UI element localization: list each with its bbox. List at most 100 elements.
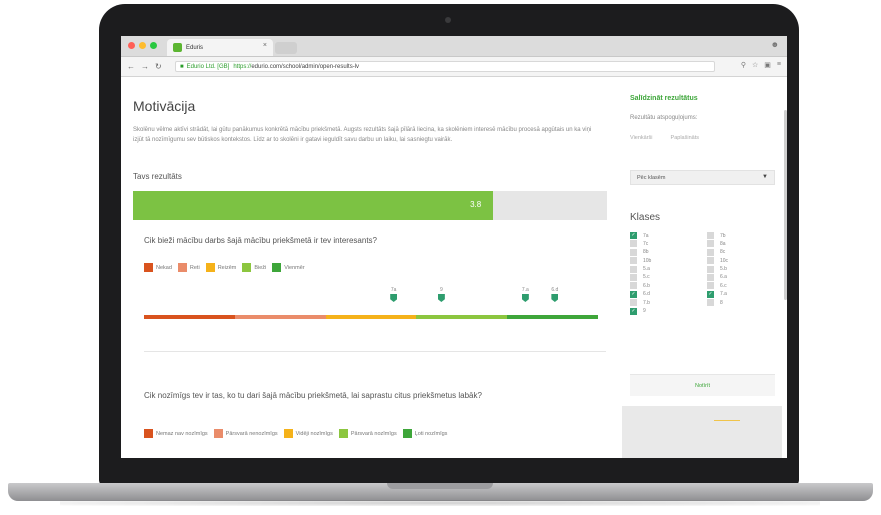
class-label: 5.b: [720, 266, 727, 273]
legend-swatch: [177, 263, 187, 272]
class-marker-label: 7.a: [521, 287, 529, 293]
section-divider: [144, 351, 606, 352]
class-checkbox-row[interactable]: 10c: [707, 257, 729, 265]
checkbox-empty-icon[interactable]: [707, 265, 714, 273]
legend-label: Reizēm: [217, 264, 237, 271]
class-checkbox-row[interactable]: 5.c: [630, 273, 651, 281]
class-label: 6.c: [720, 282, 727, 289]
minimize-window-icon[interactable]: [139, 42, 146, 49]
legend-q1-item: Nekad: [144, 263, 172, 272]
legend-label: Bieži: [254, 264, 267, 271]
class-checkbox-row[interactable]: ✓ 9: [630, 307, 651, 315]
legend-label: Vidēji nozīmīgs: [295, 430, 333, 437]
your-result-label: Tavs rezultāts: [133, 172, 182, 181]
class-marker-label: 6.d: [551, 287, 559, 293]
checkbox-empty-icon[interactable]: [707, 299, 714, 307]
checkbox-empty-icon[interactable]: [707, 248, 714, 256]
class-checkbox-row[interactable]: 8a: [707, 240, 728, 248]
class-marker[interactable]: 7.a: [515, 287, 535, 302]
class-checkbox-row[interactable]: 8: [707, 299, 728, 307]
checkbox-empty-icon[interactable]: [630, 299, 637, 307]
checkbox-checked-icon[interactable]: ✓: [707, 290, 714, 298]
url-scheme: https://: [233, 63, 252, 70]
class-checkbox-row[interactable]: 10b: [630, 257, 651, 265]
class-checkbox-row[interactable]: 8b: [630, 248, 651, 256]
checkbox-checked-icon[interactable]: ✓: [630, 307, 637, 315]
checkbox-empty-icon[interactable]: [630, 257, 637, 265]
legend-swatch: [272, 263, 282, 272]
tab-simple[interactable]: Vienkārši: [630, 135, 653, 141]
class-marker[interactable]: 9: [431, 287, 451, 302]
class-label: 10c: [720, 257, 729, 264]
group-by-select[interactable]: Pēc klasēm ▼: [630, 170, 775, 185]
checkbox-empty-icon[interactable]: [630, 265, 637, 273]
class-label: 8: [720, 299, 723, 306]
tab-extended[interactable]: Paplašināts: [671, 135, 699, 141]
class-label: 8c: [720, 249, 726, 256]
browser-tab[interactable]: Eduris ×: [167, 39, 273, 56]
class-checkbox-row[interactable]: 5.b: [707, 265, 728, 273]
class-marker[interactable]: 6.d: [545, 287, 565, 302]
class-checkbox-row[interactable]: 8c: [707, 248, 728, 256]
scrollbar[interactable]: [784, 110, 787, 300]
url-input[interactable]: ■ Edurio Ltd. [GB] https:// edurio.com/s…: [175, 61, 715, 72]
bookmark-star-icon[interactable]: ☆: [752, 61, 758, 69]
main-panel: Motivācija Skolēnu vēlme aktīvi strādāt,…: [131, 77, 609, 458]
back-icon[interactable]: ←: [127, 62, 135, 71]
browser-addressbar: ← → ↻ ■ Edurio Ltd. [GB] https:// edurio…: [121, 57, 787, 77]
class-marker[interactable]: 7a: [384, 287, 404, 302]
checkbox-checked-icon[interactable]: ✓: [630, 232, 637, 239]
class-checkbox-row[interactable]: 6.b: [630, 282, 651, 290]
scale-segment: [507, 315, 598, 319]
menu-icon[interactable]: ≡: [777, 61, 781, 69]
laptop-shadow: [60, 500, 820, 506]
checkbox-empty-icon[interactable]: [630, 273, 637, 281]
class-checkbox-row[interactable]: 7.b: [630, 299, 651, 307]
class-checkbox-row[interactable]: 5.a: [630, 265, 651, 273]
intro-text: Skolēnu vēlme aktīvi strādāt, lai gūtu p…: [133, 127, 592, 143]
checkbox-checked-icon[interactable]: ✓: [630, 290, 637, 298]
zoom-icon[interactable]: ⚲: [741, 61, 746, 69]
checkbox-empty-icon[interactable]: [707, 273, 714, 281]
legend-label: Vienmēr: [284, 264, 305, 271]
extension-icon[interactable]: ▣: [764, 61, 771, 69]
close-window-icon[interactable]: [128, 42, 135, 49]
tab-title: Eduris: [186, 44, 204, 51]
class-checkbox-row[interactable]: 6.c: [707, 282, 728, 290]
checkbox-empty-icon[interactable]: [630, 248, 637, 256]
class-label: 8a: [720, 240, 726, 247]
marker-pin-icon: [521, 294, 529, 302]
class-checkbox-row[interactable]: ✓ 7.a: [707, 290, 728, 298]
new-tab-button[interactable]: [275, 42, 297, 54]
display-mode-label: Rezultātu atspoguļojums:: [630, 115, 698, 121]
reload-icon[interactable]: ↻: [155, 62, 162, 71]
class-checkbox-row[interactable]: 7c: [630, 240, 651, 248]
checkbox-empty-icon[interactable]: [630, 282, 637, 290]
legend-label: Nemaz nav nozīmīgs: [156, 430, 208, 437]
legend-swatch: [213, 429, 223, 438]
checkbox-empty-icon[interactable]: [707, 257, 714, 265]
maximize-window-icon[interactable]: [150, 42, 157, 49]
clear-button[interactable]: Notīrīt: [630, 374, 775, 396]
legend-q1-item: Reti: [177, 263, 200, 272]
class-checkbox-row[interactable]: ✓ 7a: [630, 232, 651, 239]
checkbox-empty-icon[interactable]: [707, 282, 714, 290]
class-checkbox-row[interactable]: 6.a: [707, 273, 728, 281]
class-checkbox-row[interactable]: ✓ 6.d: [630, 290, 651, 298]
checkbox-empty-icon[interactable]: [630, 240, 637, 248]
score-value: 3.8: [470, 200, 482, 209]
toolbar-icons: ⚲ ☆ ▣ ≡: [741, 61, 781, 69]
checkbox-empty-icon[interactable]: [707, 240, 714, 248]
page-title: Motivācija: [133, 98, 196, 114]
checkbox-empty-icon[interactable]: [707, 232, 714, 239]
legend-swatch: [283, 429, 293, 438]
user-icon[interactable]: ☻: [771, 40, 779, 49]
class-checkbox-row[interactable]: 7b: [707, 232, 728, 239]
legend-label: Ļoti nozīmīgs: [414, 430, 448, 437]
legend-label: Nekad: [156, 264, 172, 271]
marker-pin-icon: [390, 294, 398, 302]
close-tab-icon[interactable]: ×: [263, 42, 267, 49]
forward-icon[interactable]: →: [141, 62, 149, 71]
legend-swatch: [144, 263, 153, 272]
legend-label: Pārsvarā nozīmīgs: [350, 430, 397, 437]
